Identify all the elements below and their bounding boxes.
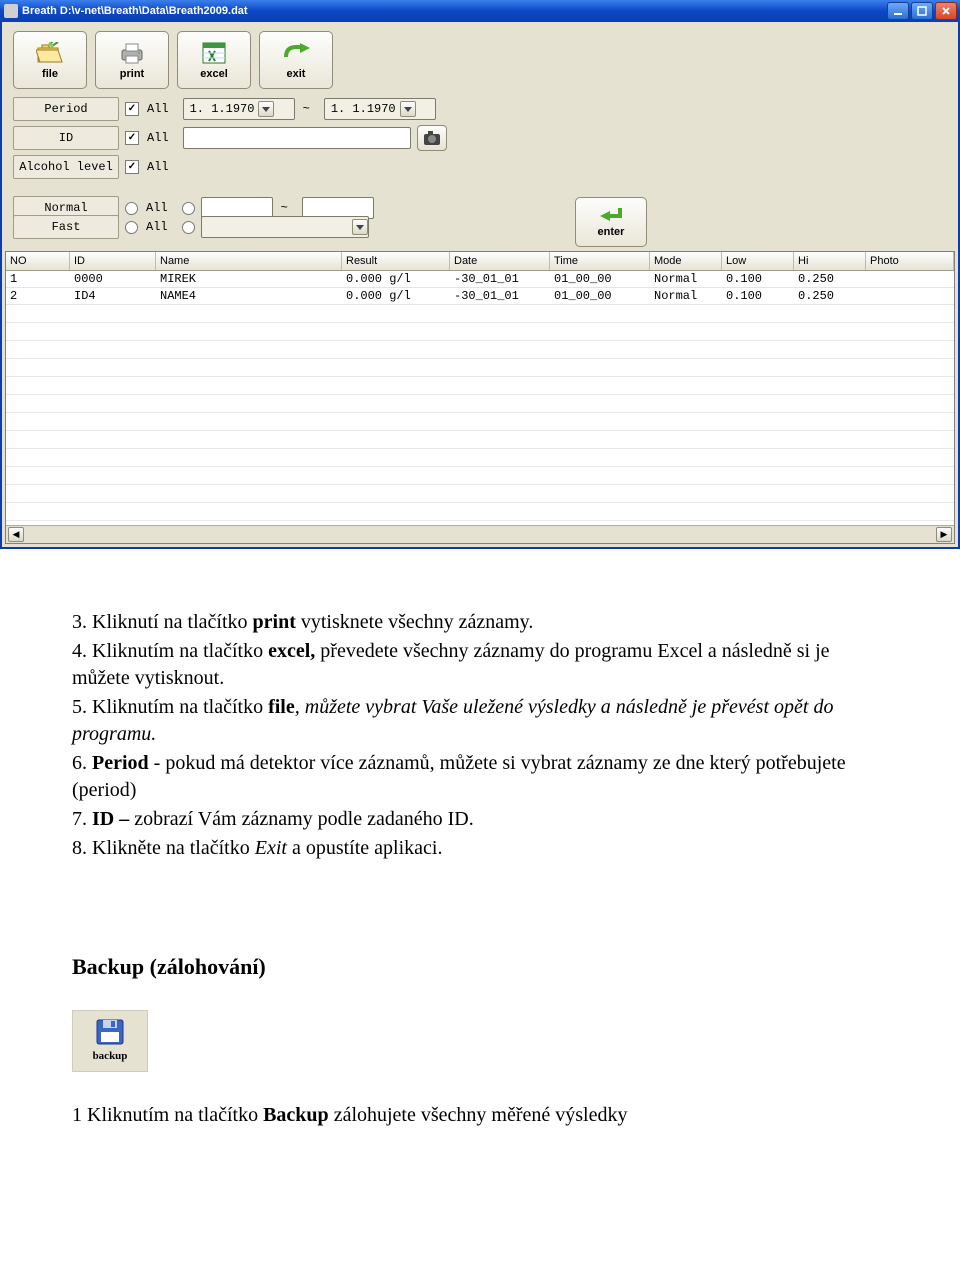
cell-time: 01_00_00 <box>550 288 650 304</box>
table-header: NO ID Name Result Date Time Mode Low Hi … <box>6 252 954 271</box>
cell-no: 2 <box>6 288 70 304</box>
id-all-text: All <box>147 131 169 145</box>
table-row[interactable]: 2ID4NAME40.000 g/l-30_01_0101_00_00Norma… <box>6 288 954 305</box>
doc-line-3: 3. Kliknutí na tlačítko print vytisknete… <box>72 609 888 636</box>
backup-heading: Backup (zálohování) <box>72 952 888 982</box>
cell-low: 0.100 <box>722 288 794 304</box>
folder-open-icon <box>36 41 64 65</box>
id-lookup-button[interactable] <box>417 125 447 151</box>
printer-icon <box>118 41 146 65</box>
doc-backup-line-1: 1 Kliknutím na tlačítko Backup zálohujet… <box>72 1102 888 1129</box>
cell-id: ID4 <box>70 288 156 304</box>
period-from-date[interactable]: 1. 1.1970 <box>183 98 295 120</box>
alcohol-level-label: Alcohol level <box>13 155 119 179</box>
normal-range-radio[interactable] <box>182 202 195 215</box>
cell-no: 1 <box>6 271 70 287</box>
fast-all-text: All <box>146 220 168 234</box>
chevron-down-icon[interactable] <box>400 101 416 117</box>
fast-select[interactable] <box>201 216 369 238</box>
cell-photo <box>866 288 954 304</box>
period-all-text: All <box>147 102 169 116</box>
doc-line-8: 8. Klikněte na tlačítko Exit a opustíte … <box>72 835 888 862</box>
results-table: NO ID Name Result Date Time Mode Low Hi … <box>5 251 955 544</box>
camera-icon <box>422 129 442 147</box>
col-no[interactable]: NO <box>6 252 70 270</box>
cell-result: 0.000 g/l <box>342 271 450 287</box>
backup-button-illustration: backup <box>72 1010 148 1072</box>
cell-mode: Normal <box>650 271 722 287</box>
scroll-right-button[interactable]: ▶ <box>936 527 952 542</box>
exit-label: exit <box>287 68 306 80</box>
alcohol-all-text: All <box>147 160 169 174</box>
id-label: ID <box>13 126 119 150</box>
cell-hi: 0.250 <box>794 271 866 287</box>
cell-photo <box>866 271 954 287</box>
cell-date: -30_01_01 <box>450 271 550 287</box>
minimize-button[interactable] <box>887 2 909 20</box>
file-button[interactable]: file <box>13 31 87 89</box>
period-all-checkbox[interactable] <box>125 102 139 116</box>
maximize-button[interactable] <box>911 2 933 20</box>
table-row[interactable]: 10000MIREK0.000 g/l-30_01_0101_00_00Norm… <box>6 271 954 288</box>
app-window: file print excel exit Period All <box>0 22 960 549</box>
doc-line-7: 7. ID – zobrazí Vám záznamy podle zadané… <box>72 806 888 833</box>
col-name[interactable]: Name <box>156 252 342 270</box>
cell-low: 0.100 <box>722 271 794 287</box>
period-to-date[interactable]: 1. 1.1970 <box>324 98 436 120</box>
normal-all-text: All <box>146 201 168 215</box>
cell-hi: 0.250 <box>794 288 866 304</box>
close-button[interactable] <box>935 2 957 20</box>
doc-line-5: 5. Kliknutím na tlačítko file, můžete vy… <box>72 694 888 748</box>
cell-name: NAME4 <box>156 288 342 304</box>
exit-button[interactable]: exit <box>259 31 333 89</box>
fast-all-radio[interactable] <box>125 221 138 234</box>
doc-line-6: 6. Period - pokud má detektor více zázna… <box>72 750 888 804</box>
enter-arrow-icon <box>598 206 624 224</box>
print-label: print <box>120 68 144 80</box>
excel-icon <box>200 41 228 65</box>
print-button[interactable]: print <box>95 31 169 89</box>
floppy-disk-icon <box>95 1018 125 1046</box>
id-input[interactable] <box>183 127 411 149</box>
col-time[interactable]: Time <box>550 252 650 270</box>
excel-label: excel <box>200 68 228 80</box>
app-icon <box>4 4 18 18</box>
table-body: 10000MIREK0.000 g/l-30_01_0101_00_00Norm… <box>6 271 954 525</box>
fast-label: Fast <box>13 215 119 239</box>
doc-line-4: 4. Kliknutím na tlačítko excel, převedet… <box>72 638 888 692</box>
chevron-down-icon[interactable] <box>258 101 274 117</box>
filter-panel: Period All 1. 1.1970 ~ 1. 1.1970 ID All … <box>5 95 955 251</box>
horizontal-scrollbar[interactable]: ◀ ▶ <box>6 525 954 543</box>
col-id[interactable]: ID <box>70 252 156 270</box>
window-titlebar: Breath D:\v-net\Breath\Data\Breath2009.d… <box>0 0 960 22</box>
cell-name: MIREK <box>156 271 342 287</box>
fast-select-radio[interactable] <box>182 221 195 234</box>
col-mode[interactable]: Mode <box>650 252 722 270</box>
main-toolbar: file print excel exit <box>5 25 955 95</box>
cell-date: -30_01_01 <box>450 288 550 304</box>
col-date[interactable]: Date <box>450 252 550 270</box>
cell-time: 01_00_00 <box>550 271 650 287</box>
normal-all-radio[interactable] <box>125 202 138 215</box>
cell-mode: Normal <box>650 288 722 304</box>
excel-button[interactable]: excel <box>177 31 251 89</box>
alcohol-all-checkbox[interactable] <box>125 160 139 174</box>
cell-id: 0000 <box>70 271 156 287</box>
col-photo[interactable]: Photo <box>866 252 954 270</box>
window-title: Breath D:\v-net\Breath\Data\Breath2009.d… <box>22 5 887 17</box>
col-hi[interactable]: Hi <box>794 252 866 270</box>
document-body: 3. Kliknutí na tlačítko print vytisknete… <box>0 549 960 1171</box>
chevron-down-icon[interactable] <box>352 219 368 235</box>
scroll-left-button[interactable]: ◀ <box>8 527 24 542</box>
period-label: Period <box>13 97 119 121</box>
file-label: file <box>42 68 58 80</box>
col-low[interactable]: Low <box>722 252 794 270</box>
exit-arrow-icon <box>282 41 310 65</box>
enter-button[interactable]: enter <box>575 197 647 247</box>
col-result[interactable]: Result <box>342 252 450 270</box>
id-all-checkbox[interactable] <box>125 131 139 145</box>
cell-result: 0.000 g/l <box>342 288 450 304</box>
